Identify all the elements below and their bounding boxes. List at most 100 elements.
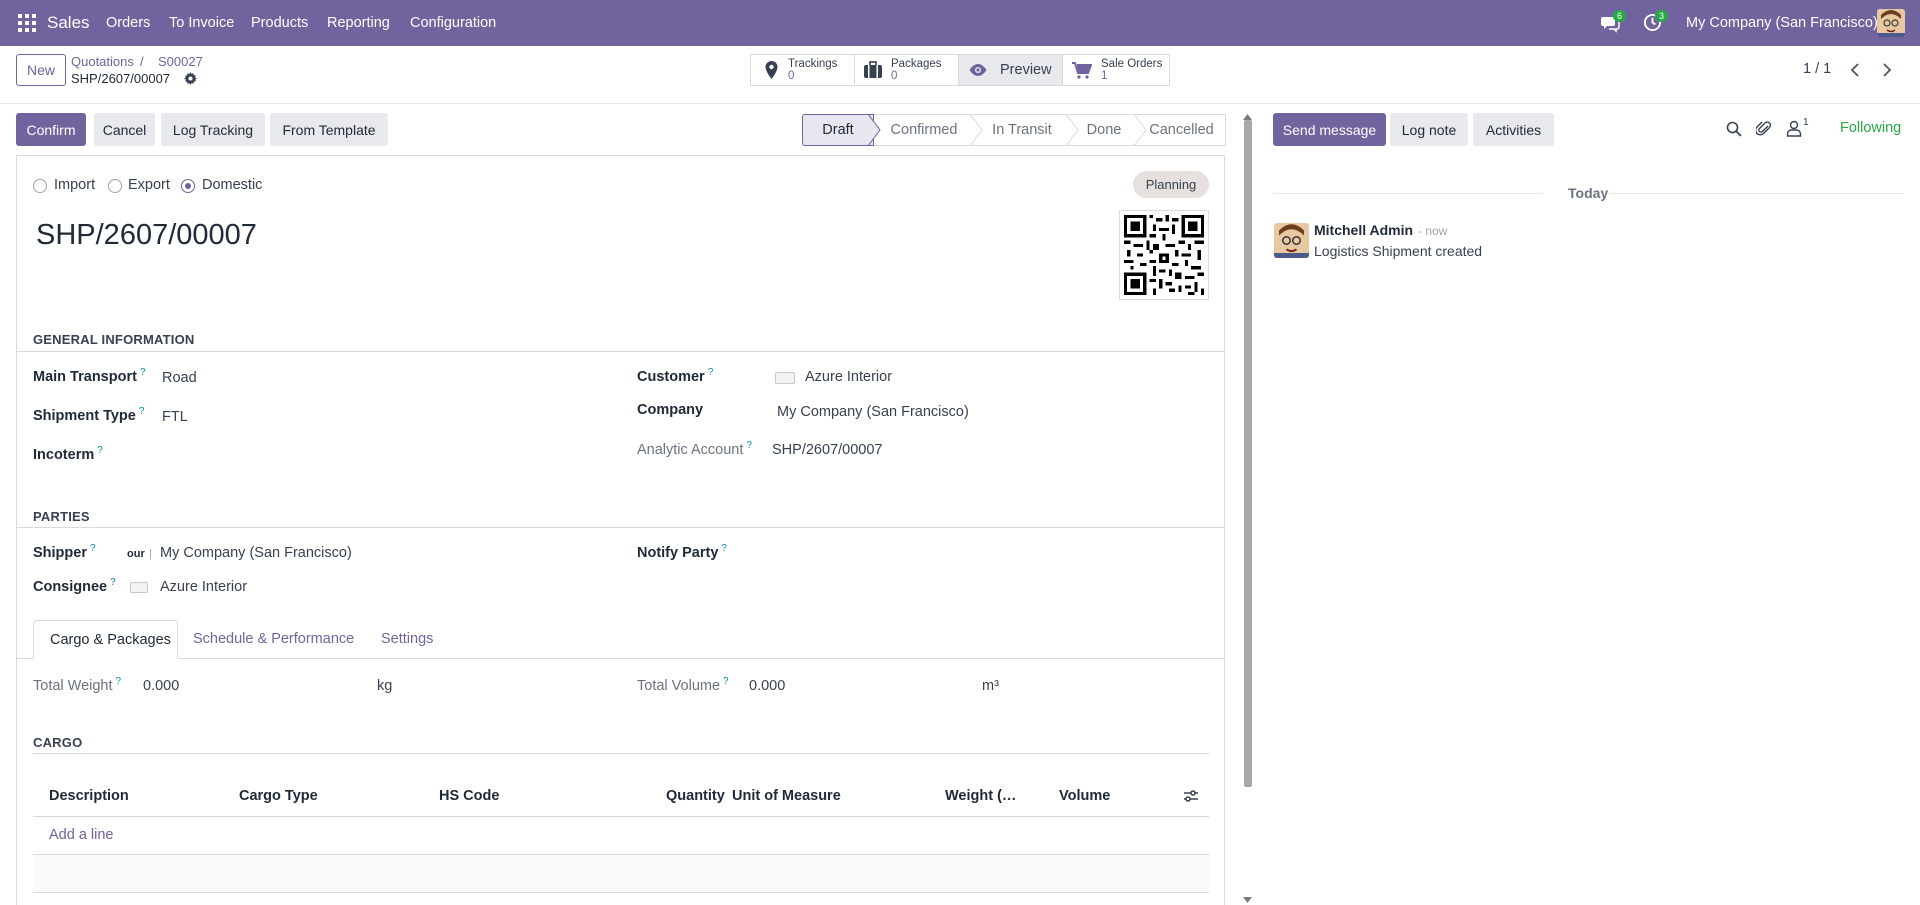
menu-orders[interactable]: Orders [106, 15, 150, 31]
column-hs-code[interactable]: HS Code [439, 788, 499, 804]
notify-party-field[interactable] [775, 540, 1205, 564]
packages-count: 0 [891, 70, 898, 82]
cancel-button[interactable]: Cancel [94, 113, 155, 146]
followers-icon[interactable] [1786, 120, 1802, 137]
form-sheet [16, 155, 1225, 905]
company-field[interactable]: My Company (San Francisco) [777, 404, 969, 420]
menu-configuration[interactable]: Configuration [410, 15, 496, 31]
from-template-button[interactable]: From Template [270, 113, 388, 146]
message-body: Logistics Shipment created [1314, 243, 1483, 259]
radio-import-label[interactable]: Import [54, 177, 95, 193]
radio-export[interactable] [108, 179, 122, 193]
message-author[interactable]: Mitchell Admin [1314, 222, 1413, 238]
menu-reporting[interactable]: Reporting [327, 15, 390, 31]
tab-cargo-packages[interactable]: Cargo & Packages [33, 620, 178, 659]
shipper-label: Shipper? [33, 543, 96, 561]
activities-button[interactable]: Activities [1473, 113, 1554, 146]
column-quantity[interactable]: Quantity [666, 788, 725, 804]
scrollbar-thumb[interactable] [1244, 120, 1252, 787]
total-volume-field: 0.000 [749, 678, 786, 694]
customer-field[interactable]: Azure Interior [805, 369, 892, 385]
breadcrumb-separator: / [140, 54, 144, 69]
trackings-label: Trackings [788, 58, 838, 70]
search-icon[interactable] [1726, 121, 1742, 137]
new-button[interactable]: New [16, 54, 66, 86]
stage-confirmed[interactable]: Confirmed [874, 114, 974, 146]
table-row-divider [33, 892, 1209, 893]
tab-cargo-packages-label: Cargo & Packages [50, 632, 171, 648]
tab-settings[interactable]: Settings [381, 631, 433, 647]
log-note-button[interactable]: Log note [1390, 113, 1468, 146]
column-unit-of-measure[interactable]: Unit of Measure [732, 788, 841, 804]
optional-columns-toggle-icon[interactable] [1183, 789, 1199, 803]
tabs-divider [17, 658, 1224, 659]
trackings-smart-button[interactable]: Trackings 0 [750, 54, 855, 86]
sale-orders-label: Sale Orders [1101, 58, 1163, 70]
qr-code-image [1119, 210, 1209, 300]
cargo-title: CARGO [33, 735, 83, 750]
radio-import[interactable] [33, 179, 47, 193]
column-cargo-type[interactable]: Cargo Type [239, 788, 318, 804]
tab-schedule-performance[interactable]: Schedule & Performance [193, 631, 354, 647]
incoterm-field[interactable] [162, 442, 602, 466]
add-line-link[interactable]: Add a line [49, 827, 114, 843]
section-divider [17, 527, 1224, 528]
breadcrumb-quotations[interactable]: Quotations [71, 54, 134, 69]
packages-smart-button[interactable]: Packages 0 [854, 54, 959, 86]
total-weight-label: Total Weight? [33, 676, 122, 694]
menu-to-invoice[interactable]: To Invoice [169, 15, 234, 31]
pager-previous-button[interactable] [1843, 56, 1867, 84]
total-volume-label: Total Volume? [637, 676, 729, 694]
paperclip-icon[interactable] [1754, 120, 1772, 137]
parties-title: PARTIES [33, 509, 90, 524]
following-button[interactable]: Following [1840, 120, 1901, 136]
suitcase-icon [864, 61, 882, 78]
stage-done[interactable]: Done [1070, 114, 1138, 146]
customer-label: Customer? [637, 367, 714, 385]
apps-menu-icon[interactable] [18, 14, 36, 32]
shipper-field[interactable]: My Company (San Francisco) [160, 545, 352, 561]
radio-export-label[interactable]: Export [128, 177, 170, 193]
total-weight-unit: kg [377, 678, 393, 694]
pager-next-button[interactable] [1875, 56, 1899, 84]
shipper-logo-image: our [127, 548, 145, 560]
table-empty-row [33, 855, 1209, 892]
menu-products[interactable]: Products [251, 15, 308, 31]
section-divider [17, 351, 1224, 352]
pager-value[interactable]: 1 / 1 [1803, 61, 1831, 77]
user-avatar[interactable] [1877, 9, 1905, 37]
author-avatar[interactable] [1274, 223, 1309, 258]
radio-domestic[interactable] [181, 179, 195, 193]
log-tracking-button[interactable]: Log Tracking [161, 113, 265, 146]
app-name[interactable]: Sales [47, 13, 90, 33]
confirm-button[interactable]: Confirm [16, 113, 86, 146]
consignee-field[interactable]: Azure Interior [160, 579, 247, 595]
column-weight[interactable]: Weight (… [945, 788, 1016, 804]
column-volume[interactable]: Volume [1059, 788, 1110, 804]
preview-smart-button[interactable]: Preview [958, 54, 1063, 86]
customer-logo-image [775, 372, 795, 384]
status-bar: Draft Confirmed In Transit Done Cancelle… [802, 114, 1226, 146]
radio-domestic-label[interactable]: Domestic [202, 177, 262, 193]
sale-orders-smart-button[interactable]: Sale Orders 1 [1062, 54, 1170, 86]
column-description[interactable]: Description [49, 788, 129, 804]
record-title[interactable]: SHP/2607/00007 [36, 219, 257, 252]
scroll-up-arrow[interactable] [1243, 108, 1252, 120]
stage-draft[interactable]: Draft [802, 114, 874, 146]
main-transport-field[interactable]: Road [162, 370, 197, 386]
shipment-type-field[interactable]: FTL [162, 409, 188, 425]
company-switcher[interactable]: My Company (San Francisco) [1686, 15, 1878, 31]
stage-in-transit[interactable]: In Transit [974, 114, 1070, 146]
scroll-down-arrow[interactable] [1243, 891, 1252, 903]
top-navbar: Sales Orders To Invoice Products Reporti… [0, 0, 1920, 46]
date-separator-line [1610, 193, 1904, 194]
send-message-button[interactable]: Send message [1273, 113, 1386, 146]
analytic-account-link[interactable]: SHP/2607/00007 [772, 442, 882, 458]
date-separator-label: Today [1568, 185, 1609, 201]
shipper-logo-divider: | [149, 548, 152, 560]
control-panel-divider [0, 103, 1920, 104]
stage-arrow [868, 114, 881, 146]
stage-cancelled[interactable]: Cancelled [1138, 114, 1226, 146]
gear-icon[interactable] [184, 72, 197, 85]
breadcrumb-order[interactable]: S00027 [158, 54, 203, 69]
